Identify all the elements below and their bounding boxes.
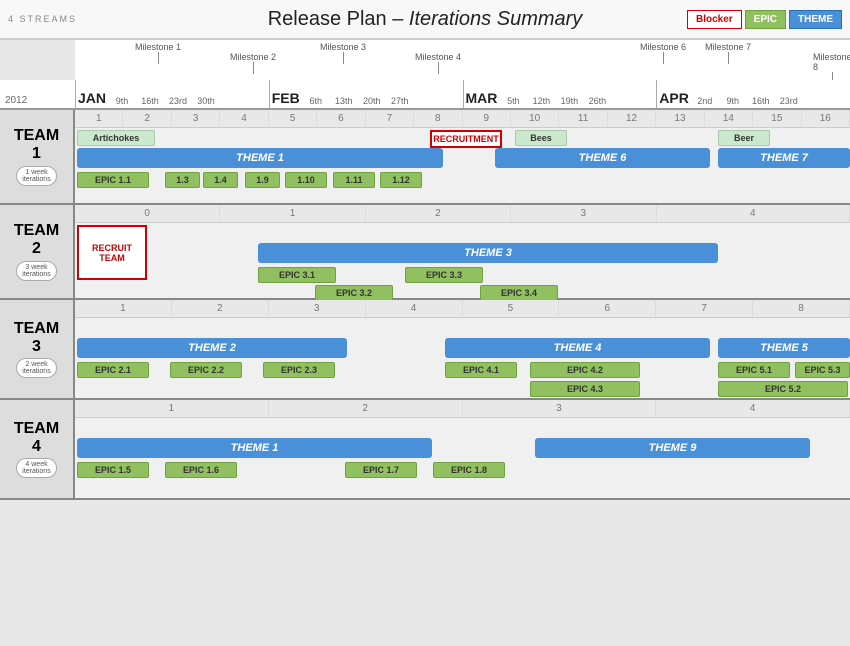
team-4-label: TEAM4 4 weekiterations xyxy=(0,400,75,498)
team-3-iterations: 2 weekiterations xyxy=(16,358,56,378)
epic-1-10: 1.10 xyxy=(285,172,327,188)
team-2-content: 0 1 2 3 4 RECRUITTEAM THEME 3 EPIC 3.1 E… xyxy=(75,205,850,298)
team-1-items: Artichokes RECRUITMENT Bees Beer THEME 1… xyxy=(75,128,850,203)
team-1-name: TEAM1 xyxy=(14,127,59,162)
page-title: Release Plan – Iterations Summary xyxy=(268,8,583,31)
theme-1-t1: THEME 1 xyxy=(77,148,443,168)
month-jan: JAN 9th 16th 23rd 30th xyxy=(75,80,269,108)
epic-1-11: 1.11 xyxy=(333,172,375,188)
milestone-6: Milestone 6 xyxy=(640,42,686,64)
epic-4-1: EPIC 4.1 xyxy=(445,362,517,378)
team-1-label: TEAM1 1 weekiterations xyxy=(0,110,75,203)
months-area: JAN 9th 16th 23rd 30th FEB 6th 13th 20th… xyxy=(75,80,850,108)
badges-area: Blocker EPIC THEME xyxy=(687,10,842,29)
milestone-row: Milestone 1 Milestone 2 Milestone 3 Mile… xyxy=(75,40,850,80)
theme-7-t1: THEME 7 xyxy=(718,148,850,168)
team-3-row: TEAM3 2 weekiterations 1 2 3 4 5 6 7 8 T… xyxy=(0,300,850,400)
epic-3-3: EPIC 3.3 xyxy=(405,267,483,283)
epic-3-4: EPIC 3.4 xyxy=(480,285,558,301)
header: 4 STREAMS Release Plan – Iterations Summ… xyxy=(0,0,850,40)
team-3-name: TEAM3 xyxy=(14,320,59,355)
milestone-7: Milestone 7 xyxy=(705,42,751,64)
team-3-sprints: 1 2 3 4 5 6 7 8 xyxy=(75,300,850,318)
team-4-name: TEAM4 xyxy=(14,420,59,455)
milestone-2: Milestone 2 xyxy=(230,52,276,74)
team-4-iterations: 4 weekiterations xyxy=(16,458,56,478)
theme-5-t3: THEME 5 xyxy=(718,338,850,358)
epic-1-12: 1.12 xyxy=(380,172,422,188)
epic-3-1: EPIC 3.1 xyxy=(258,267,336,283)
year-label: 2012 xyxy=(5,95,27,106)
milestone-1: Milestone 1 xyxy=(135,42,181,64)
epic-1-8: EPIC 1.8 xyxy=(433,462,505,478)
theme-3-t2: THEME 3 xyxy=(258,243,718,263)
theme-2-t3: THEME 2 xyxy=(77,338,347,358)
team-3-items: THEME 2 THEME 4 THEME 5 EPIC 2.1 EPIC 2.… xyxy=(75,318,850,398)
beer-task: Beer xyxy=(718,130,770,146)
team-1-content: 12345678910111213141516 Artichokes RECRU… xyxy=(75,110,850,203)
team-4-items: THEME 1 THEME 9 EPIC 1.5 EPIC 1.6 EPIC 1… xyxy=(75,418,850,498)
team-2-sprints: 0 1 2 3 4 xyxy=(75,205,850,223)
epic-1-5: EPIC 1.5 xyxy=(77,462,149,478)
epic-1-4: 1.4 xyxy=(203,172,238,188)
team-2-label: TEAM2 3 weekiterations xyxy=(0,205,75,298)
epic-4-3: EPIC 4.3 xyxy=(530,381,640,397)
team-4-sprints: 1 2 3 4 xyxy=(75,400,850,418)
badge-epic[interactable]: EPIC xyxy=(745,10,786,29)
team-2-name: TEAM2 xyxy=(14,222,59,257)
epic-3-2: EPIC 3.2 xyxy=(315,285,393,301)
month-feb: FEB 6th 13th 20th 27th xyxy=(269,80,463,108)
team-2-row: TEAM2 3 weekiterations 0 1 2 3 4 RECRUIT… xyxy=(0,205,850,300)
artichokes-task: Artichokes xyxy=(77,130,155,146)
epic-1-9: 1.9 xyxy=(245,172,280,188)
epic-5-2: EPIC 5.2 xyxy=(718,381,848,397)
epic-4-2: EPIC 4.2 xyxy=(530,362,640,378)
epic-2-3: EPIC 2.3 xyxy=(263,362,335,378)
epic-2-2: EPIC 2.2 xyxy=(170,362,242,378)
recruitment-task: RECRUITMENT xyxy=(430,130,502,148)
milestone-3: Milestone 3 xyxy=(320,42,366,64)
team-3-content: 1 2 3 4 5 6 7 8 THEME 2 THEME 4 THEME 5 … xyxy=(75,300,850,398)
epic-5-3: EPIC 5.3 xyxy=(795,362,850,378)
team-1-sprints: 12345678910111213141516 xyxy=(75,110,850,128)
epic-1-1: EPIC 1.1 xyxy=(77,172,149,188)
epic-1-7: EPIC 1.7 xyxy=(345,462,417,478)
recruit-team-task: RECRUITTEAM xyxy=(77,225,147,280)
epic-5-1: EPIC 5.1 xyxy=(718,362,790,378)
month-mar: MAR 5th 12th 19th 26th xyxy=(463,80,657,108)
team-1-row: TEAM1 1 weekiterations 12345678910111213… xyxy=(0,110,850,205)
streams-label: 4 STREAMS xyxy=(8,14,77,24)
epic-2-1: EPIC 2.1 xyxy=(77,362,149,378)
date-row: 2012 JAN 9th 16th 23rd 30th FEB 6th 13th… xyxy=(0,80,850,110)
team-2-iterations: 3 weekiterations xyxy=(16,261,56,281)
epic-1-6: EPIC 1.6 xyxy=(165,462,237,478)
team-2-items: RECRUITTEAM THEME 3 EPIC 3.1 EPIC 3.3 EP… xyxy=(75,223,850,298)
month-apr: APR 2nd 9th 16th 23rd xyxy=(656,80,850,108)
theme-4-t3: THEME 4 xyxy=(445,338,710,358)
badge-theme[interactable]: THEME xyxy=(789,10,842,29)
team-1-iterations: 1 weekiterations xyxy=(16,166,56,186)
team-4-row: TEAM4 4 weekiterations 1 2 3 4 THEME 1 T… xyxy=(0,400,850,500)
milestone-4: Milestone 4 xyxy=(415,52,461,74)
badge-blocker[interactable]: Blocker xyxy=(687,10,742,29)
theme-6-t1: THEME 6 xyxy=(495,148,710,168)
team-4-content: 1 2 3 4 THEME 1 THEME 9 EPIC 1.5 EPIC 1.… xyxy=(75,400,850,498)
epic-1-3: 1.3 xyxy=(165,172,200,188)
theme-1-t4: THEME 1 xyxy=(77,438,432,458)
theme-9-t4: THEME 9 xyxy=(535,438,810,458)
bees-task: Bees xyxy=(515,130,567,146)
team-3-label: TEAM3 2 weekiterations xyxy=(0,300,75,398)
page: 4 STREAMS Release Plan – Iterations Summ… xyxy=(0,0,850,646)
